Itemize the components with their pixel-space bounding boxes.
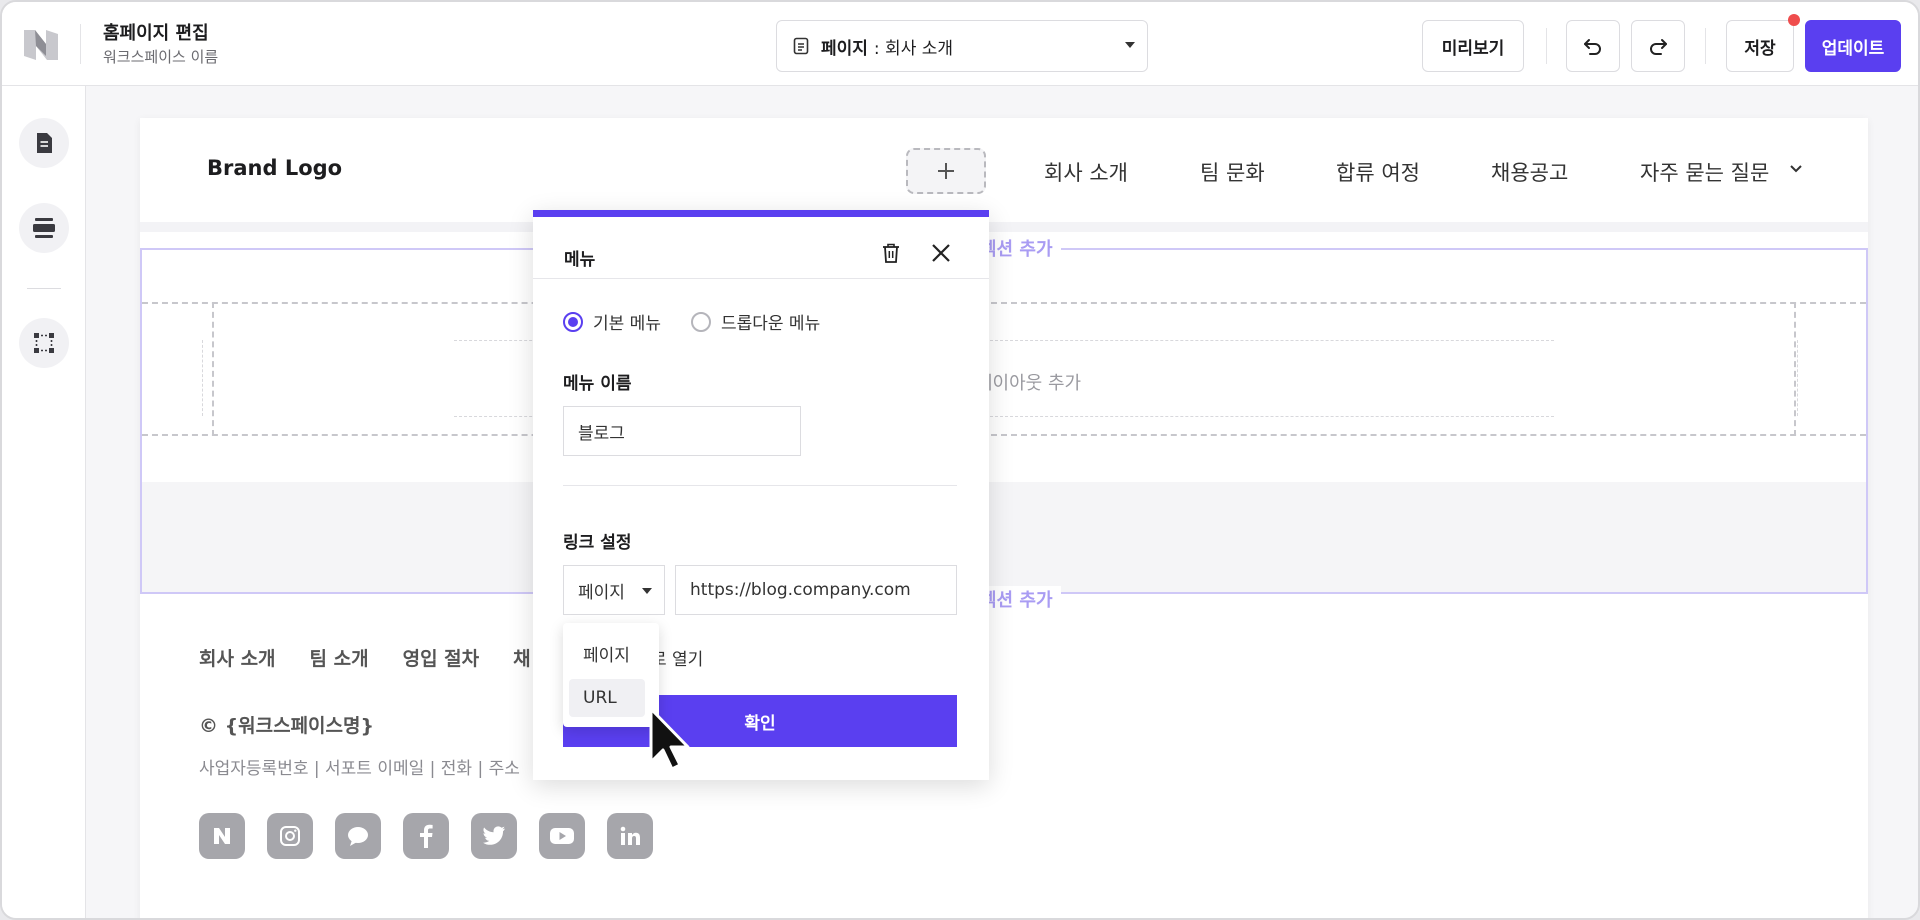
divider bbox=[27, 288, 61, 289]
divider bbox=[1546, 28, 1547, 64]
footer-copyright: © {워크스페이스명} bbox=[199, 715, 375, 737]
nav-item-jobs[interactable]: 채용공고 bbox=[1491, 157, 1568, 187]
youtube-icon[interactable] bbox=[539, 813, 585, 859]
select-area-button[interactable] bbox=[19, 318, 69, 368]
chevron-down-icon bbox=[1125, 42, 1135, 48]
popover-header: 메뉴 bbox=[533, 217, 989, 279]
brand-logo[interactable]: Brand Logo bbox=[207, 156, 342, 180]
radio-basic-menu-label[interactable]: 기본 메뉴 bbox=[593, 309, 661, 334]
dropdown-option-page[interactable]: 페이지 bbox=[569, 634, 645, 672]
add-menu-button[interactable] bbox=[906, 148, 986, 194]
menu-name-input[interactable]: 블로그 bbox=[563, 406, 801, 456]
menu-type-radio-group: 기본 메뉴 드롭다운 메뉴 bbox=[563, 309, 850, 334]
close-icon[interactable] bbox=[931, 243, 951, 263]
divider bbox=[80, 24, 81, 64]
twitter-icon[interactable] bbox=[471, 813, 517, 859]
redo-button[interactable] bbox=[1631, 20, 1685, 72]
chevron-down-icon[interactable] bbox=[1789, 164, 1803, 174]
nav-item-culture[interactable]: 팀 문화 bbox=[1200, 157, 1265, 187]
title-block: 홈페이지 편집 워크스페이스 이름 bbox=[103, 22, 218, 68]
popover-title: 메뉴 bbox=[564, 250, 596, 270]
workspace-name: 워크스페이스 이름 bbox=[103, 48, 219, 66]
document-icon bbox=[793, 37, 809, 55]
divider bbox=[563, 485, 957, 486]
link-type-dropdown-menu: 페이지 URL bbox=[563, 623, 659, 727]
facebook-icon[interactable] bbox=[403, 813, 449, 859]
footer-links: 회사 소개 팀 소개 영입 절차 채 bbox=[199, 644, 565, 671]
redo-icon bbox=[1650, 39, 1667, 55]
selected-section[interactable] bbox=[140, 248, 1868, 594]
top-bar: 홈페이지 편집 워크스페이스 이름 페이지 : 회사 소개 미리보기 저장 업데… bbox=[2, 2, 1918, 86]
instagram-icon[interactable] bbox=[267, 813, 313, 859]
undo-button[interactable] bbox=[1566, 20, 1620, 72]
plus-icon bbox=[938, 163, 954, 179]
add-layout-button[interactable]: 레이아웃 추가 bbox=[976, 369, 1081, 395]
link-settings-label: 링크 설정 bbox=[563, 533, 632, 553]
menu-edit-popover: 메뉴 기본 메뉴 드롭다운 메뉴 메뉴 이름 블로그 링크 설정 페이지 htt… bbox=[533, 210, 989, 780]
link-type-value: 페이지 bbox=[578, 582, 625, 603]
nav-item-journey[interactable]: 합류 여정 bbox=[1336, 157, 1420, 187]
page-select-dropdown[interactable]: 페이지 : 회사 소개 bbox=[776, 20, 1148, 72]
divider bbox=[1705, 28, 1706, 64]
footer-link[interactable]: 회사 소개 bbox=[199, 644, 276, 671]
chat-icon[interactable] bbox=[335, 813, 381, 859]
social-links bbox=[199, 813, 675, 859]
url-input[interactable]: https://blog.company.com bbox=[675, 565, 957, 615]
dropdown-option-url[interactable]: URL bbox=[569, 679, 645, 717]
app-logo-icon[interactable] bbox=[22, 26, 60, 64]
page-title: 홈페이지 편집 bbox=[103, 23, 209, 44]
link-type-select[interactable]: 페이지 bbox=[563, 565, 665, 615]
notification-dot bbox=[1788, 14, 1800, 26]
nav-item-faq[interactable]: 자주 묻는 질문 bbox=[1640, 157, 1769, 187]
naver-icon[interactable] bbox=[199, 813, 245, 859]
footer-link[interactable]: 팀 소개 bbox=[310, 644, 369, 671]
footer-link[interactable]: 영입 절차 bbox=[403, 644, 480, 671]
chevron-down-icon bbox=[642, 588, 652, 594]
save-button[interactable]: 저장 bbox=[1726, 20, 1794, 72]
radio-dropdown-menu-label[interactable]: 드롭다운 메뉴 bbox=[721, 309, 820, 334]
radio-dropdown-menu[interactable] bbox=[690, 311, 711, 332]
footer-link[interactable]: 채 bbox=[513, 644, 530, 671]
pages-button[interactable] bbox=[19, 118, 69, 168]
app-window: 홈페이지 편집 워크스페이스 이름 페이지 : 회사 소개 미리보기 저장 업데… bbox=[0, 0, 1920, 920]
left-toolbar bbox=[2, 86, 86, 918]
selection-icon bbox=[34, 333, 54, 353]
nav-item-about[interactable]: 회사 소개 bbox=[1044, 157, 1128, 187]
update-button[interactable]: 업데이트 bbox=[1805, 20, 1901, 72]
footer-business-info: 사업자등록번호 | 서포트 이메일 | 전화 | 주소 bbox=[199, 759, 520, 779]
trash-icon[interactable] bbox=[882, 243, 900, 263]
page-canvas: Brand Logo 회사 소개 팀 문화 합류 여정 채용공고 자주 묻는 질… bbox=[140, 118, 1868, 918]
document-icon bbox=[37, 133, 52, 153]
layout-icon bbox=[33, 218, 55, 238]
header-divider-band bbox=[140, 222, 1868, 232]
radio-basic-menu[interactable] bbox=[563, 311, 583, 332]
linkedin-icon[interactable] bbox=[607, 813, 653, 859]
page-select-value: : 회사 소개 bbox=[873, 38, 954, 59]
preview-button[interactable]: 미리보기 bbox=[1422, 20, 1524, 72]
layout-area bbox=[142, 482, 1866, 592]
site-header: Brand Logo 회사 소개 팀 문화 합류 여정 채용공고 자주 묻는 질… bbox=[140, 118, 1868, 222]
sections-button[interactable] bbox=[19, 203, 69, 253]
menu-name-label: 메뉴 이름 bbox=[563, 374, 632, 394]
undo-icon bbox=[1584, 39, 1601, 55]
page-select-label: 페이지 bbox=[821, 38, 868, 59]
mouse-cursor-icon bbox=[649, 707, 690, 771]
